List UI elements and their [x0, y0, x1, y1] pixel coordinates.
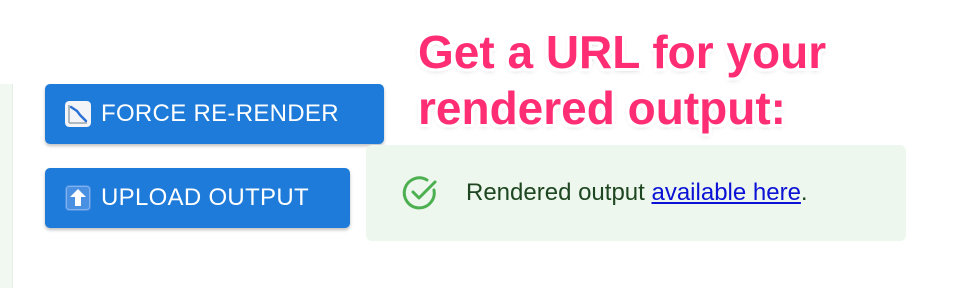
left-panel-edge [0, 84, 13, 288]
success-alert: Rendered output available here. [366, 145, 906, 241]
alert-message: Rendered output available here. [466, 179, 808, 207]
annotation-callout: Get a URL for your rendered output: [418, 24, 958, 136]
page: Get a URL for your rendered output: FORC… [0, 0, 980, 296]
force-rerender-button[interactable]: FORCE RE-RENDER [45, 84, 384, 144]
annotation-line-1: Get a URL for your [418, 26, 827, 78]
annotation-line-2: rendered output: [418, 82, 786, 134]
force-rerender-label: FORCE RE-RENDER [101, 100, 339, 127]
chart-decreasing-icon [65, 101, 91, 127]
upload-output-label: UPLOAD OUTPUT [101, 184, 309, 211]
up-arrow-icon [65, 185, 91, 211]
upload-output-button[interactable]: UPLOAD OUTPUT [45, 168, 350, 228]
alert-text-after: . [800, 179, 808, 206]
check-circle-icon [402, 176, 437, 210]
available-here-link[interactable]: available here [651, 179, 800, 206]
alert-text-before: Rendered output [466, 179, 652, 206]
